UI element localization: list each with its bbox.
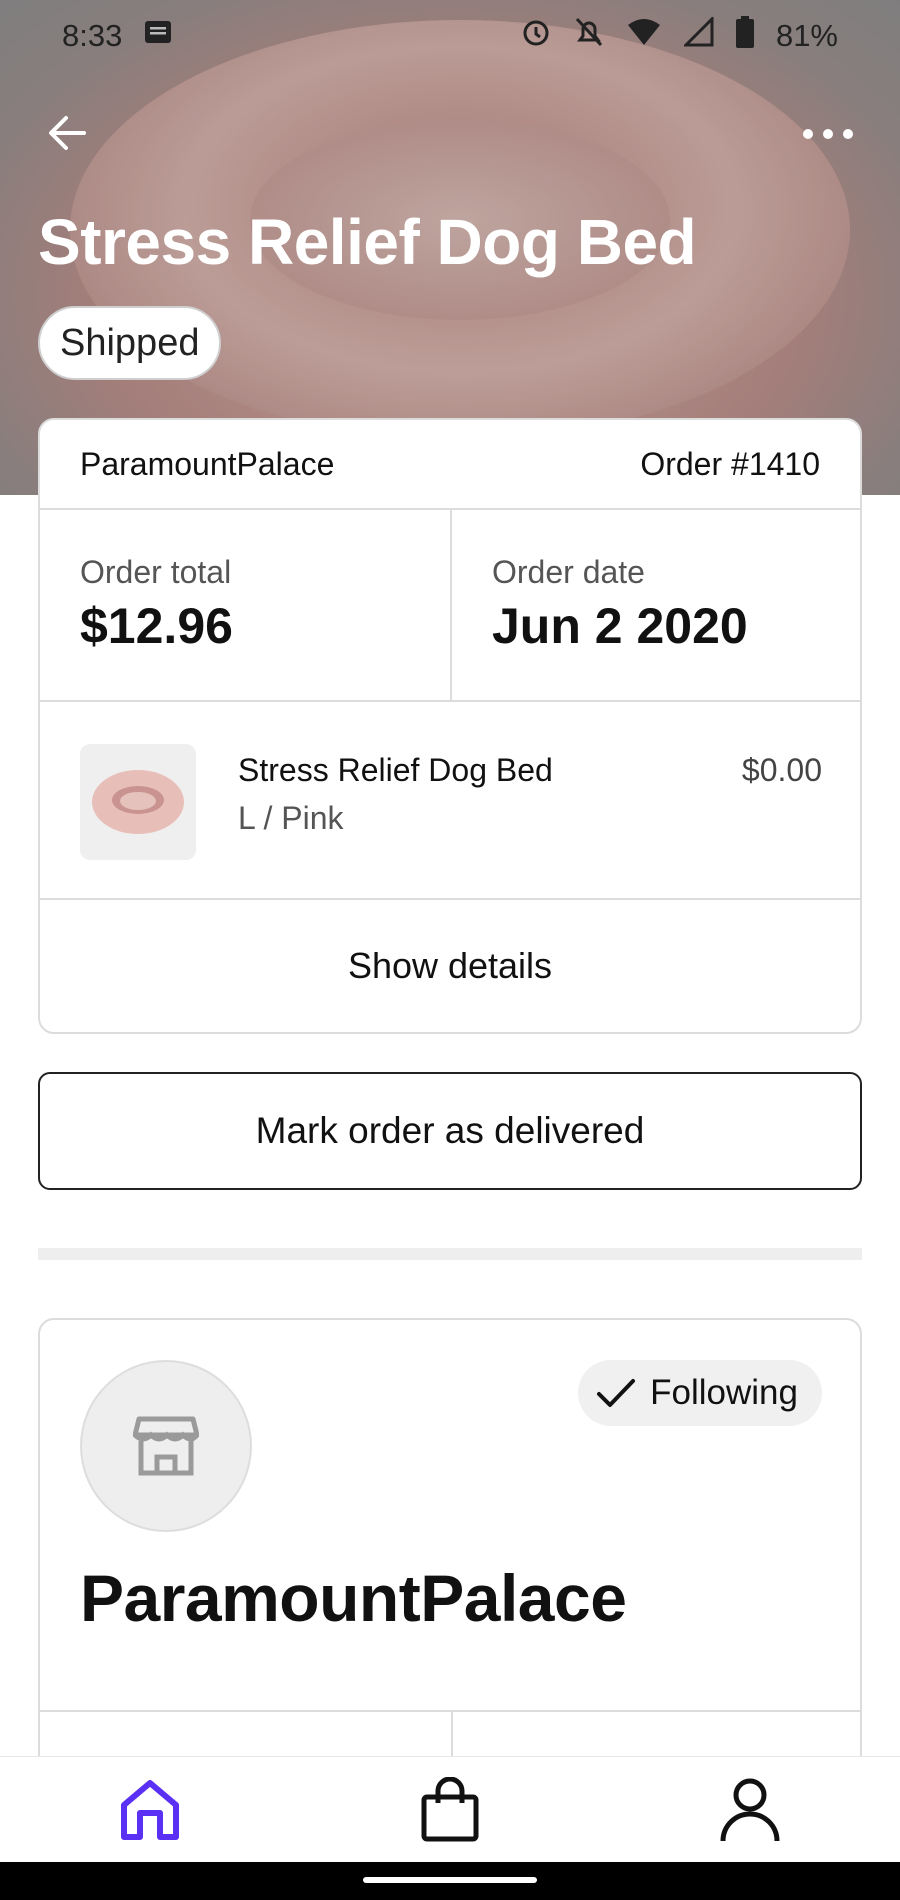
order-date: Order date Jun 2 2020 <box>450 510 860 700</box>
shop-card: Following ParamountPalace <box>38 1318 862 1788</box>
order-total-label: Order total <box>80 554 232 590</box>
following-button[interactable]: Following <box>578 1360 822 1426</box>
order-shop-name: ParamountPalace <box>80 445 335 482</box>
order-date-label: Order date <box>492 554 645 590</box>
nav-orders[interactable] <box>405 1765 495 1855</box>
nav-account[interactable] <box>705 1765 795 1855</box>
order-total: Order total $12.96 <box>40 510 450 700</box>
status-bar: 8:33 81% <box>0 0 900 72</box>
bottom-navigation <box>0 1756 900 1862</box>
check-icon <box>597 1379 636 1407</box>
show-details-button[interactable]: Show details <box>40 900 860 1032</box>
order-total-value: $12.96 <box>80 598 233 654</box>
order-item[interactable]: Stress Relief Dog Bed L / Pink $0.00 <box>40 702 860 900</box>
battery-icon <box>735 16 754 56</box>
arrow-left-icon <box>49 116 86 150</box>
shopping-bag-icon <box>421 1776 479 1841</box>
more-horizontal-icon <box>803 129 853 139</box>
message-icon <box>144 18 172 54</box>
item-variant: L / Pink <box>238 800 344 836</box>
back-button[interactable] <box>40 105 96 161</box>
nav-home[interactable] <box>105 1765 195 1855</box>
status-badge: Shipped <box>38 306 222 380</box>
home-gesture-handle[interactable] <box>363 1877 537 1883</box>
order-summary-card: ParamountPalace Order #1410 Order total … <box>38 418 862 1034</box>
page-title: Stress Relief Dog Bed <box>38 206 697 278</box>
alarm-icon <box>520 16 552 56</box>
home-icon <box>121 1779 179 1840</box>
status-time: 8:33 <box>62 18 123 53</box>
mark-delivered-button[interactable]: Mark order as delivered <box>38 1072 862 1190</box>
account-icon <box>720 1778 780 1841</box>
notifications-off-icon <box>574 16 604 56</box>
order-card-header: ParamountPalace Order #1410 <box>40 420 860 510</box>
shop-name: ParamountPalace <box>80 1561 627 1635</box>
battery-percent: 81% <box>775 18 838 53</box>
item-price: $0.00 <box>741 752 822 788</box>
wifi-icon <box>626 17 662 55</box>
signal-icon <box>682 15 714 55</box>
shop-avatar[interactable] <box>80 1360 252 1532</box>
system-navigation-bar <box>0 1862 900 1900</box>
order-stats: Order total $12.96 Order date Jun 2 2020 <box>40 510 860 702</box>
item-name: Stress Relief Dog Bed <box>238 752 553 788</box>
item-thumbnail <box>80 744 196 860</box>
order-number: Order #1410 <box>640 445 820 482</box>
section-divider <box>38 1248 862 1260</box>
following-label: Following <box>650 1373 798 1412</box>
more-options-button[interactable] <box>800 110 856 158</box>
storefront-icon <box>133 1416 199 1476</box>
order-date-value: Jun 2 2020 <box>492 598 748 654</box>
